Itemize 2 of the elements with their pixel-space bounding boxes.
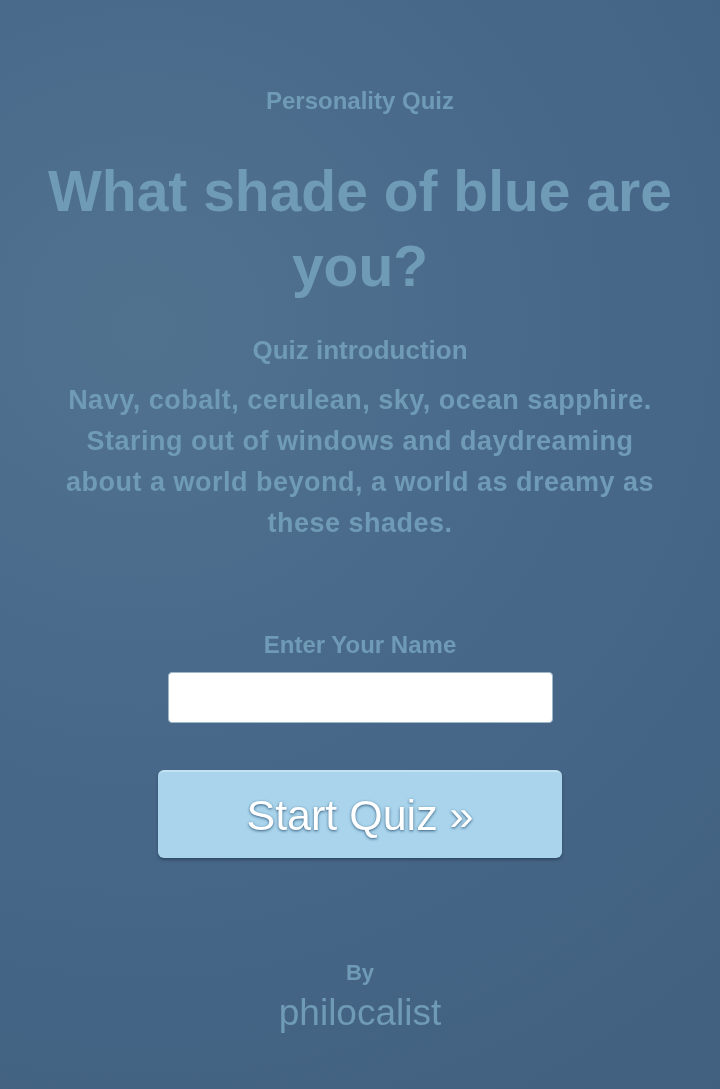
name-input-field[interactable] bbox=[167, 672, 553, 723]
author-name[interactable]: philocalist bbox=[278, 991, 442, 1035]
